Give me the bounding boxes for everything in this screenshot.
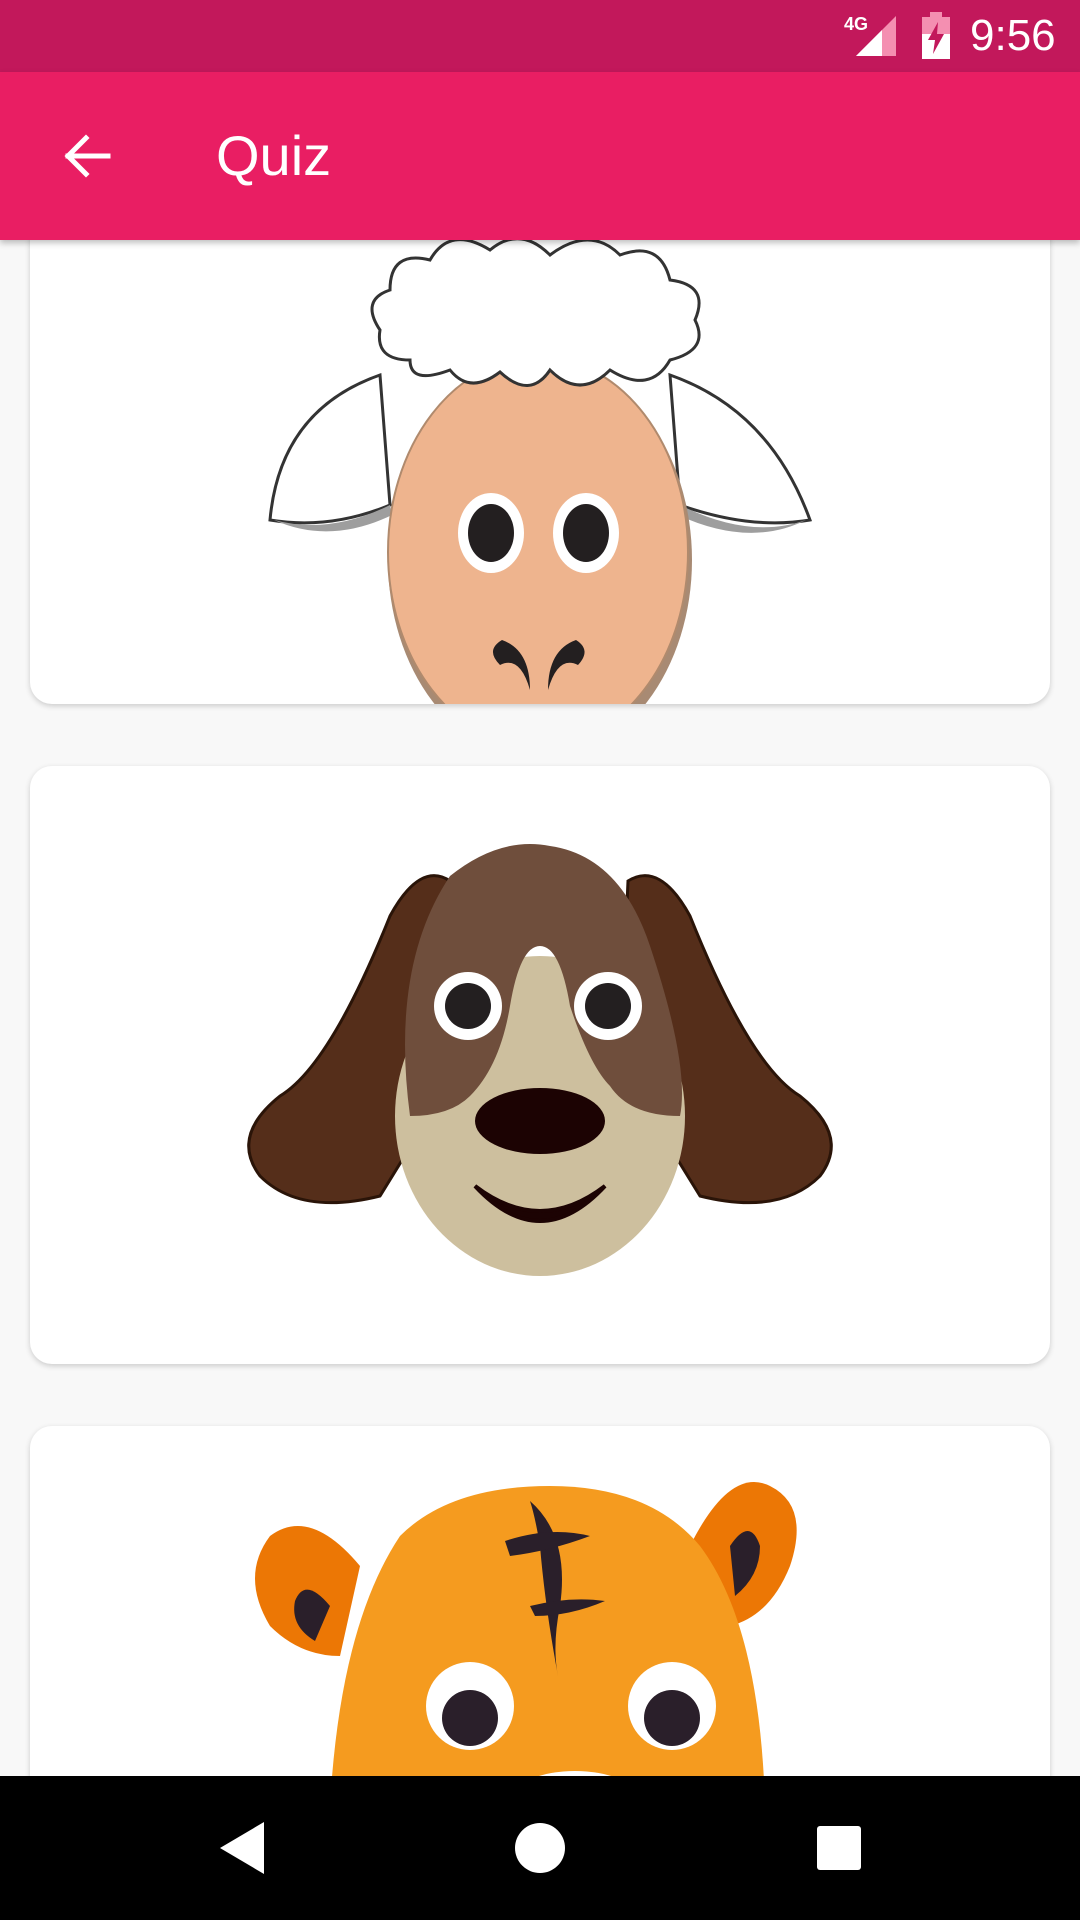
circle-home-icon — [515, 1823, 565, 1873]
back-button[interactable] — [48, 118, 124, 194]
nav-back-button[interactable] — [210, 1816, 280, 1880]
tiger-image — [255, 1482, 797, 1776]
quiz-card-tiger[interactable] — [30, 1426, 1050, 1776]
app-bar: Quiz — [0, 72, 1080, 240]
dog-image — [247, 844, 833, 1276]
nav-home-button[interactable] — [505, 1816, 575, 1880]
quiz-card-sheep[interactable] — [30, 240, 1050, 704]
triangle-back-icon — [220, 1822, 264, 1874]
signal-4g-icon: 4G — [844, 14, 896, 56]
quiz-list[interactable] — [0, 240, 1080, 1776]
svg-text:4G: 4G — [844, 14, 868, 34]
square-recents-icon — [817, 1826, 861, 1870]
battery-charging-icon — [922, 12, 950, 59]
status-time: 9:56 — [970, 11, 1056, 60]
arrow-back-icon — [64, 134, 111, 178]
quiz-card-dog[interactable] — [30, 766, 1050, 1364]
status-bar: 4G 9:56 — [0, 0, 1080, 72]
page-title: Quiz — [216, 124, 332, 187]
system-nav-bar — [0, 1776, 1080, 1920]
nav-recents-button[interactable] — [804, 1816, 874, 1880]
sheep-image — [268, 240, 813, 704]
